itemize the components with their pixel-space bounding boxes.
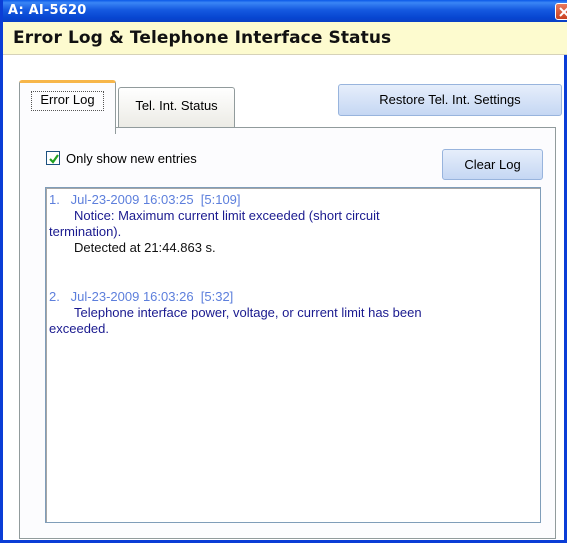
tab-label: Tel. Int. Status (135, 98, 218, 113)
entry-header: 2. Jul-23-2009 16:03:26 [5:32] (49, 289, 234, 304)
tab-tel-int-status[interactable]: Tel. Int. Status (118, 87, 235, 127)
entry-header: 1. Jul-23-2009 16:03:25 [5:109] (49, 192, 241, 207)
only-new-entries-label[interactable]: Only show new entries (66, 151, 197, 166)
entry-message: Notice: Maximum current limit exceeded (… (49, 208, 529, 240)
header-bar: Error Log & Telephone Interface Status (3, 22, 567, 55)
restore-settings-button[interactable]: Restore Tel. Int. Settings (338, 84, 562, 116)
title-bar[interactable]: A: AI-5620 (3, 0, 567, 22)
only-new-entries-checkbox[interactable] (46, 151, 60, 165)
entry-message: Telephone interface power, voltage, or c… (49, 305, 529, 337)
close-button[interactable] (555, 3, 567, 20)
page-title: Error Log & Telephone Interface Status (13, 28, 392, 48)
entry-message-line: Telephone interface power, voltage, or c… (74, 305, 422, 320)
entry-message-line: Notice: Maximum current limit exceeded (… (74, 208, 380, 223)
window-title: A: AI-5620 (8, 3, 87, 18)
tab-label: Error Log (40, 92, 95, 107)
entry-message-line: termination). (49, 224, 122, 239)
list-item: 2. Jul-23-2009 16:03:26 [5:32] Telephone… (49, 289, 529, 337)
entry-detail: Detected at 21:44.863 s. (74, 240, 216, 255)
close-icon (559, 7, 567, 17)
tab-error-log[interactable]: Error Log (19, 80, 116, 134)
checkmark-icon (49, 154, 59, 164)
clear-log-button[interactable]: Clear Log (442, 149, 543, 180)
error-log-list[interactable]: 1. Jul-23-2009 16:03:25 [5:109] Notice: … (45, 187, 541, 523)
entry-message-line: exceeded. (49, 321, 109, 336)
list-item: 1. Jul-23-2009 16:03:25 [5:109] Notice: … (49, 192, 529, 256)
